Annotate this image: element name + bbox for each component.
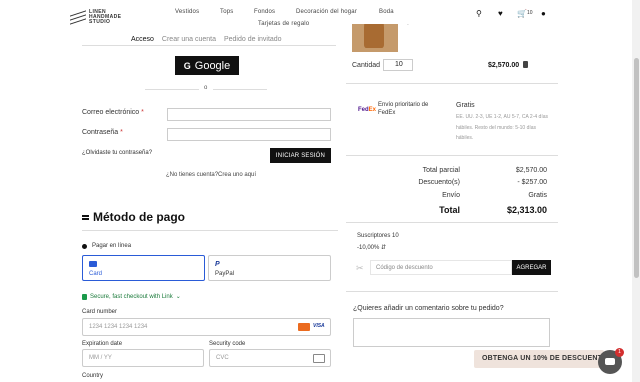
heart-icon[interactable]: ♥ (498, 9, 503, 18)
login-button[interactable]: INICIAR SESIÓN (270, 148, 331, 163)
trash-icon[interactable] (523, 61, 528, 68)
password-field[interactable] (167, 128, 331, 141)
chat-badge: 1 (615, 348, 624, 357)
paypal-method-label: PayPal (215, 271, 235, 277)
or-divider-left (145, 89, 199, 90)
discount-label: Descuento(s) (418, 179, 460, 186)
discount-divider (346, 291, 558, 292)
shipping-divider (346, 155, 558, 156)
site-header: LINEN HANDMADE STUDIO Vestidos Tops Fond… (0, 0, 632, 27)
total-value: $2,313.00 (506, 205, 547, 215)
auth-tabs: Acceso Crear una cuenta Pedido de invita… (131, 36, 288, 43)
scissors-icon: ✂ (356, 263, 364, 273)
radio-selected-icon (82, 243, 87, 249)
expiry-label: Expiration date (82, 341, 123, 347)
tab-pedido-invitado[interactable]: Pedido de invitado (224, 36, 282, 43)
line-total: $2,570.00 (488, 62, 520, 69)
paypal-icon: P (215, 261, 220, 268)
cvc-label: Security code (209, 341, 246, 347)
quantity-input[interactable]: 10 (383, 59, 413, 71)
email-field[interactable] (167, 108, 331, 121)
scrollbar-thumb[interactable] (634, 58, 639, 278)
card-icon (89, 261, 97, 267)
tab-acceso[interactable]: Acceso (131, 36, 154, 43)
shipping-description: EE. UU. 2-3, UE 1-2, AU 5-7, CA 2-4 días… (456, 114, 548, 141)
nav-item-decoracion[interactable]: Decoración del hogar (296, 9, 357, 15)
chevron-down-icon: ⌄ (175, 294, 181, 300)
shipping-method-name: Envío prioritario de FedEx (378, 102, 429, 116)
link-checkout-text: Secure, fast checkout with Link (90, 293, 173, 300)
nav-item-fondos[interactable]: Fondos (254, 9, 275, 15)
quantity-label: Cantidad (352, 62, 381, 69)
subtotal-value: $2,570.00 (515, 167, 547, 174)
card-method-option[interactable]: Card (82, 255, 205, 281)
password-label: Contraseña * (82, 129, 123, 136)
card-method-label: Card (89, 271, 103, 277)
shipping-price: Gratis (456, 102, 475, 109)
paypal-method-option[interactable]: P PayPal (208, 255, 331, 281)
cart-icon[interactable]: 🛒 (517, 9, 527, 18)
main-nav: Vestidos Tops Fondos Decoración del hoga… (0, 9, 632, 19)
card-number-input[interactable]: 1234 1234 1234 1234 (82, 318, 331, 336)
nav-item-tops[interactable]: Tops (220, 9, 233, 15)
country-label: Country (82, 373, 104, 379)
apply-discount-button[interactable]: AGREGAR (512, 260, 551, 275)
discount-code-input[interactable]: Código de descuento (370, 260, 512, 275)
pay-online-radio[interactable]: Pagar en línea (82, 243, 131, 249)
tab-crear-cuenta[interactable]: Crear una cuenta (162, 36, 216, 43)
google-login-button[interactable]: G Google (175, 56, 239, 75)
cart-divider (346, 83, 558, 84)
nav-item-tarjetas[interactable]: Tarjetas de regalo (258, 21, 309, 27)
lock-icon (82, 293, 87, 300)
expiry-input[interactable]: MM / YY (82, 349, 204, 367)
logo-line-3: STUDIO (89, 19, 111, 25)
promo-banner-button[interactable]: OBTENGA UN 10% DE DESCUENTO (474, 350, 604, 368)
google-icon: G (183, 60, 191, 71)
subscriber-discount-select[interactable]: -10,00% ⇵ (357, 244, 386, 251)
shipping-value: Gratis (528, 192, 547, 199)
total-label: Total (439, 205, 460, 215)
cart-count: 10 (527, 10, 533, 16)
chevron-updown-icon: ⇵ (381, 245, 387, 251)
subscriber-discount-label: Suscriptores 10 (357, 233, 399, 239)
or-text: o (204, 85, 208, 91)
fedex-logo: FedEx (358, 107, 377, 113)
subtotal-label: Total parcial (422, 167, 460, 174)
forgot-password-link[interactable]: ¿Olvidaste tu contraseña? (82, 150, 152, 156)
summary-divider (346, 222, 558, 223)
payment-section-title: Método de pago (82, 210, 185, 224)
or-divider-right (213, 89, 267, 90)
discount-value: - $257.00 (517, 179, 547, 186)
shipping-label: Envío (442, 192, 460, 199)
create-account-link[interactable]: ¿No tienes cuenta?Crea uno aquí (166, 172, 256, 178)
menu-lines-icon (82, 214, 89, 220)
order-comment-textarea[interactable] (353, 318, 550, 347)
email-label: Correo electrónico * (82, 109, 144, 116)
nav-item-boda[interactable]: Boda (379, 9, 394, 15)
comment-label: ¿Quieres añadir un comentario sobre tu p… (353, 305, 504, 312)
user-icon[interactable]: ● (541, 9, 546, 18)
tabs-divider (82, 45, 336, 46)
payment-title-text: Método de pago (93, 210, 185, 224)
google-label: Google (194, 59, 231, 72)
card-number-label: Card number (82, 309, 118, 315)
visa-icon: VISA (313, 323, 325, 329)
nav-item-vestidos[interactable]: Vestidos (175, 9, 199, 15)
cvc-card-icon (313, 354, 325, 363)
mastercard-icon (298, 323, 310, 331)
link-checkout-row[interactable]: Secure, fast checkout with Link ⌄ (82, 293, 181, 300)
search-icon[interactable]: ⚲ (476, 9, 482, 18)
payment-divider (82, 230, 338, 231)
page-scrollbar[interactable] (632, 0, 640, 382)
checkout-page: LINEN HANDMADE STUDIO Vestidos Tops Fond… (0, 0, 640, 382)
pay-online-label: Pagar en línea (92, 243, 132, 249)
